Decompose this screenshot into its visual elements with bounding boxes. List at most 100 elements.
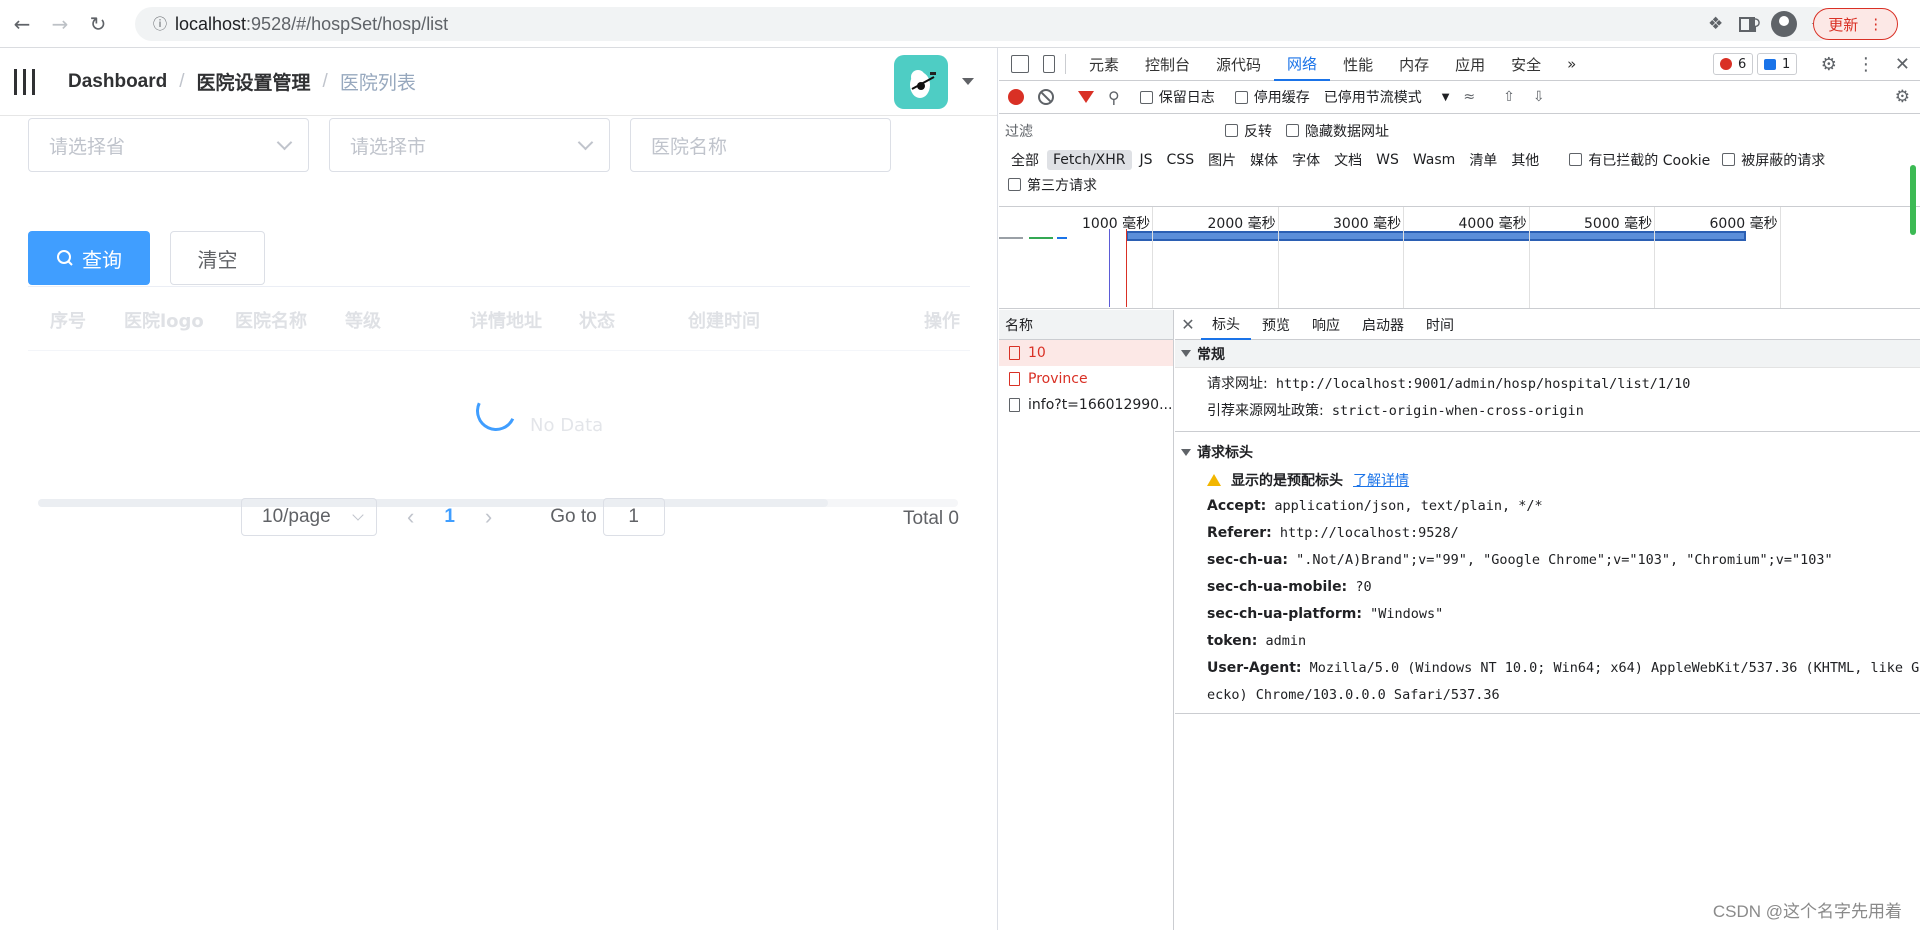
request-headers-section-header[interactable]: 请求标头 bbox=[1175, 438, 1920, 466]
tab-preview[interactable]: 预览 bbox=[1251, 310, 1301, 340]
url-text[interactable]: localhost:9528/#/hospSet/hosp/list bbox=[175, 14, 448, 35]
search-icon[interactable]: ⚲ bbox=[1108, 88, 1120, 107]
tab-memory[interactable]: 内存 bbox=[1386, 48, 1442, 81]
request-row[interactable]: info?t=166012990... bbox=[999, 392, 1173, 418]
request-url-value: http://localhost:9001/admin/hosp/hospita… bbox=[1275, 376, 1691, 392]
error-icon bbox=[1720, 58, 1732, 70]
sidebar-toggle-icon[interactable] bbox=[14, 68, 44, 96]
address-bar[interactable]: ⓘ localhost:9528/#/hospSet/hosp/list ⚲ ⇱… bbox=[135, 7, 1835, 41]
col-name: 医院名称 bbox=[235, 311, 307, 332]
type-filter[interactable]: 其他 bbox=[1505, 148, 1545, 172]
error-badge[interactable]: 6 bbox=[1713, 53, 1754, 75]
blocked-cookies-checkbox[interactable]: 有已拦截的 Cookie bbox=[1569, 150, 1710, 170]
prev-page-icon[interactable]: ‹ bbox=[407, 504, 414, 530]
city-select[interactable]: 请选择市 bbox=[329, 118, 610, 172]
inspect-element-icon[interactable] bbox=[1011, 55, 1029, 73]
forward-icon[interactable]: → bbox=[44, 8, 76, 40]
header-row: User-Agent: Mozilla/5.0 (Windows NT 10.0… bbox=[1175, 655, 1920, 682]
blocked-requests-checkbox[interactable]: 被屏蔽的请求 bbox=[1722, 150, 1825, 170]
devtools-panel: 元素 控制台 源代码 网络 性能 内存 应用 安全 » 6 1 ⚙ ⋮ ✕ ⚲ … bbox=[999, 48, 1920, 930]
filter-bar: 过滤 反转 隐藏数据网址 bbox=[999, 114, 1920, 147]
invert-checkbox[interactable]: 反转 bbox=[1225, 121, 1272, 141]
more-tabs-icon[interactable]: » bbox=[1554, 48, 1589, 81]
hospital-name-placeholder: 医院名称 bbox=[651, 136, 728, 158]
chevron-down-icon bbox=[352, 509, 364, 521]
header-row: Accept: application/json, text/plain, */… bbox=[1175, 493, 1920, 520]
update-button[interactable]: 更新 ⋮ bbox=[1813, 8, 1899, 40]
tab-initiator[interactable]: 启动器 bbox=[1351, 310, 1415, 340]
page-number-current[interactable]: 1 bbox=[444, 506, 455, 528]
tab-application[interactable]: 应用 bbox=[1442, 48, 1498, 81]
query-label: 查询 bbox=[82, 249, 122, 272]
preserve-log-label: 保留日志 bbox=[1158, 90, 1215, 106]
third-party-checkbox[interactable]: 第三方请求 bbox=[999, 172, 1920, 197]
query-button[interactable]: 查询 bbox=[28, 231, 150, 285]
hide-data-urls-checkbox[interactable]: 隐藏数据网址 bbox=[1286, 121, 1389, 141]
tab-response[interactable]: 响应 bbox=[1301, 310, 1351, 340]
province-select[interactable]: 请选择省 bbox=[28, 118, 309, 172]
type-filter[interactable]: 清单 bbox=[1463, 148, 1503, 172]
tab-headers[interactable]: 标头 bbox=[1201, 310, 1251, 340]
disable-cache-checkbox[interactable]: 停用缓存 bbox=[1234, 87, 1310, 107]
export-har-icon[interactable]: ⇩ bbox=[1533, 89, 1545, 105]
preserve-log-checkbox[interactable]: 保留日志 bbox=[1139, 87, 1215, 107]
type-filter[interactable]: 图片 bbox=[1202, 148, 1242, 172]
device-toolbar-icon[interactable] bbox=[1043, 55, 1055, 73]
filter-icon[interactable] bbox=[1078, 91, 1094, 103]
message-badge[interactable]: 1 bbox=[1757, 53, 1798, 75]
type-filter[interactable]: Wasm bbox=[1407, 150, 1461, 170]
type-filter[interactable]: Fetch/XHR bbox=[1047, 149, 1132, 170]
network-conditions-icon[interactable]: ≈ bbox=[1463, 89, 1475, 105]
goto-label: Go to bbox=[550, 506, 597, 527]
tab-timing[interactable]: 时间 bbox=[1415, 310, 1465, 340]
goto-input[interactable]: 1 bbox=[602, 498, 665, 536]
general-section-header[interactable]: 常规 bbox=[1175, 340, 1920, 368]
side-panel-icon[interactable] bbox=[1739, 16, 1756, 32]
tab-console[interactable]: 控制台 bbox=[1132, 48, 1203, 81]
devtools-menu-icon[interactable]: ⋮ bbox=[1857, 54, 1875, 75]
next-page-icon[interactable]: › bbox=[485, 504, 492, 530]
type-filter[interactable]: 全部 bbox=[1005, 148, 1045, 172]
record-icon[interactable] bbox=[1008, 89, 1024, 105]
throttling-select[interactable]: 已停用节流模式 ▼ bbox=[1324, 87, 1450, 107]
profile-avatar-icon[interactable] bbox=[1771, 11, 1798, 37]
user-dropdown-caret-icon[interactable] bbox=[962, 78, 974, 85]
network-settings-gear-icon[interactable]: ⚙ bbox=[1895, 87, 1910, 107]
clear-log-icon[interactable] bbox=[1038, 89, 1054, 105]
learn-more-link[interactable]: 了解详情 bbox=[1353, 470, 1409, 490]
request-row[interactable]: 10 bbox=[999, 340, 1173, 366]
type-filter[interactable]: 文档 bbox=[1328, 148, 1368, 172]
tab-network[interactable]: 网络 bbox=[1274, 48, 1331, 81]
back-icon[interactable]: ← bbox=[6, 8, 38, 40]
page-size-select[interactable]: 10/page bbox=[241, 498, 377, 536]
type-filter[interactable]: JS bbox=[1134, 150, 1159, 170]
import-har-icon[interactable]: ⇧ bbox=[1503, 89, 1515, 105]
close-icon[interactable]: ✕ bbox=[1895, 54, 1910, 75]
clear-button[interactable]: 清空 bbox=[170, 231, 265, 285]
request-row[interactable]: Province bbox=[999, 366, 1173, 392]
tab-elements[interactable]: 元素 bbox=[1076, 48, 1132, 81]
type-filter[interactable]: CSS bbox=[1161, 150, 1201, 170]
type-filter[interactable]: 字体 bbox=[1286, 148, 1326, 172]
tab-security[interactable]: 安全 bbox=[1498, 48, 1554, 81]
filter-input[interactable]: 过滤 bbox=[1005, 118, 1205, 144]
tab-sources[interactable]: 源代码 bbox=[1203, 48, 1274, 81]
request-list-header[interactable]: 名称 bbox=[999, 310, 1173, 340]
breadcrumb-dashboard[interactable]: Dashboard bbox=[68, 71, 167, 93]
tab-performance[interactable]: 性能 bbox=[1330, 48, 1386, 81]
breadcrumb-hospset[interactable]: 医院设置管理 bbox=[197, 68, 311, 95]
hospital-name-input[interactable]: 医院名称 bbox=[630, 118, 891, 172]
extensions-icon[interactable]: ❖ bbox=[1708, 14, 1723, 34]
browser-toolbar: ← → ↻ ⓘ localhost:9528/#/hospSet/hosp/li… bbox=[0, 0, 1920, 48]
type-filter[interactable]: WS bbox=[1370, 150, 1405, 170]
network-overview-timeline[interactable]: 1000 毫秒 2000 毫秒 3000 毫秒 4000 毫秒 5000 毫秒 6000 … bbox=[999, 206, 1920, 309]
reload-icon[interactable]: ↻ bbox=[82, 8, 114, 40]
user-avatar[interactable] bbox=[894, 55, 948, 109]
loading-spinner-icon bbox=[470, 385, 522, 437]
hospital-table: 序号 医院logo 医院名称 等级 详情地址 状态 创建时间 操作 No Dat… bbox=[28, 286, 970, 507]
site-info-icon[interactable]: ⓘ bbox=[145, 14, 175, 34]
close-icon[interactable]: ✕ bbox=[1175, 315, 1201, 334]
settings-gear-icon[interactable]: ⚙ bbox=[1821, 54, 1837, 75]
type-filter[interactable]: 媒体 bbox=[1244, 148, 1284, 172]
update-label: 更新 bbox=[1828, 16, 1859, 34]
